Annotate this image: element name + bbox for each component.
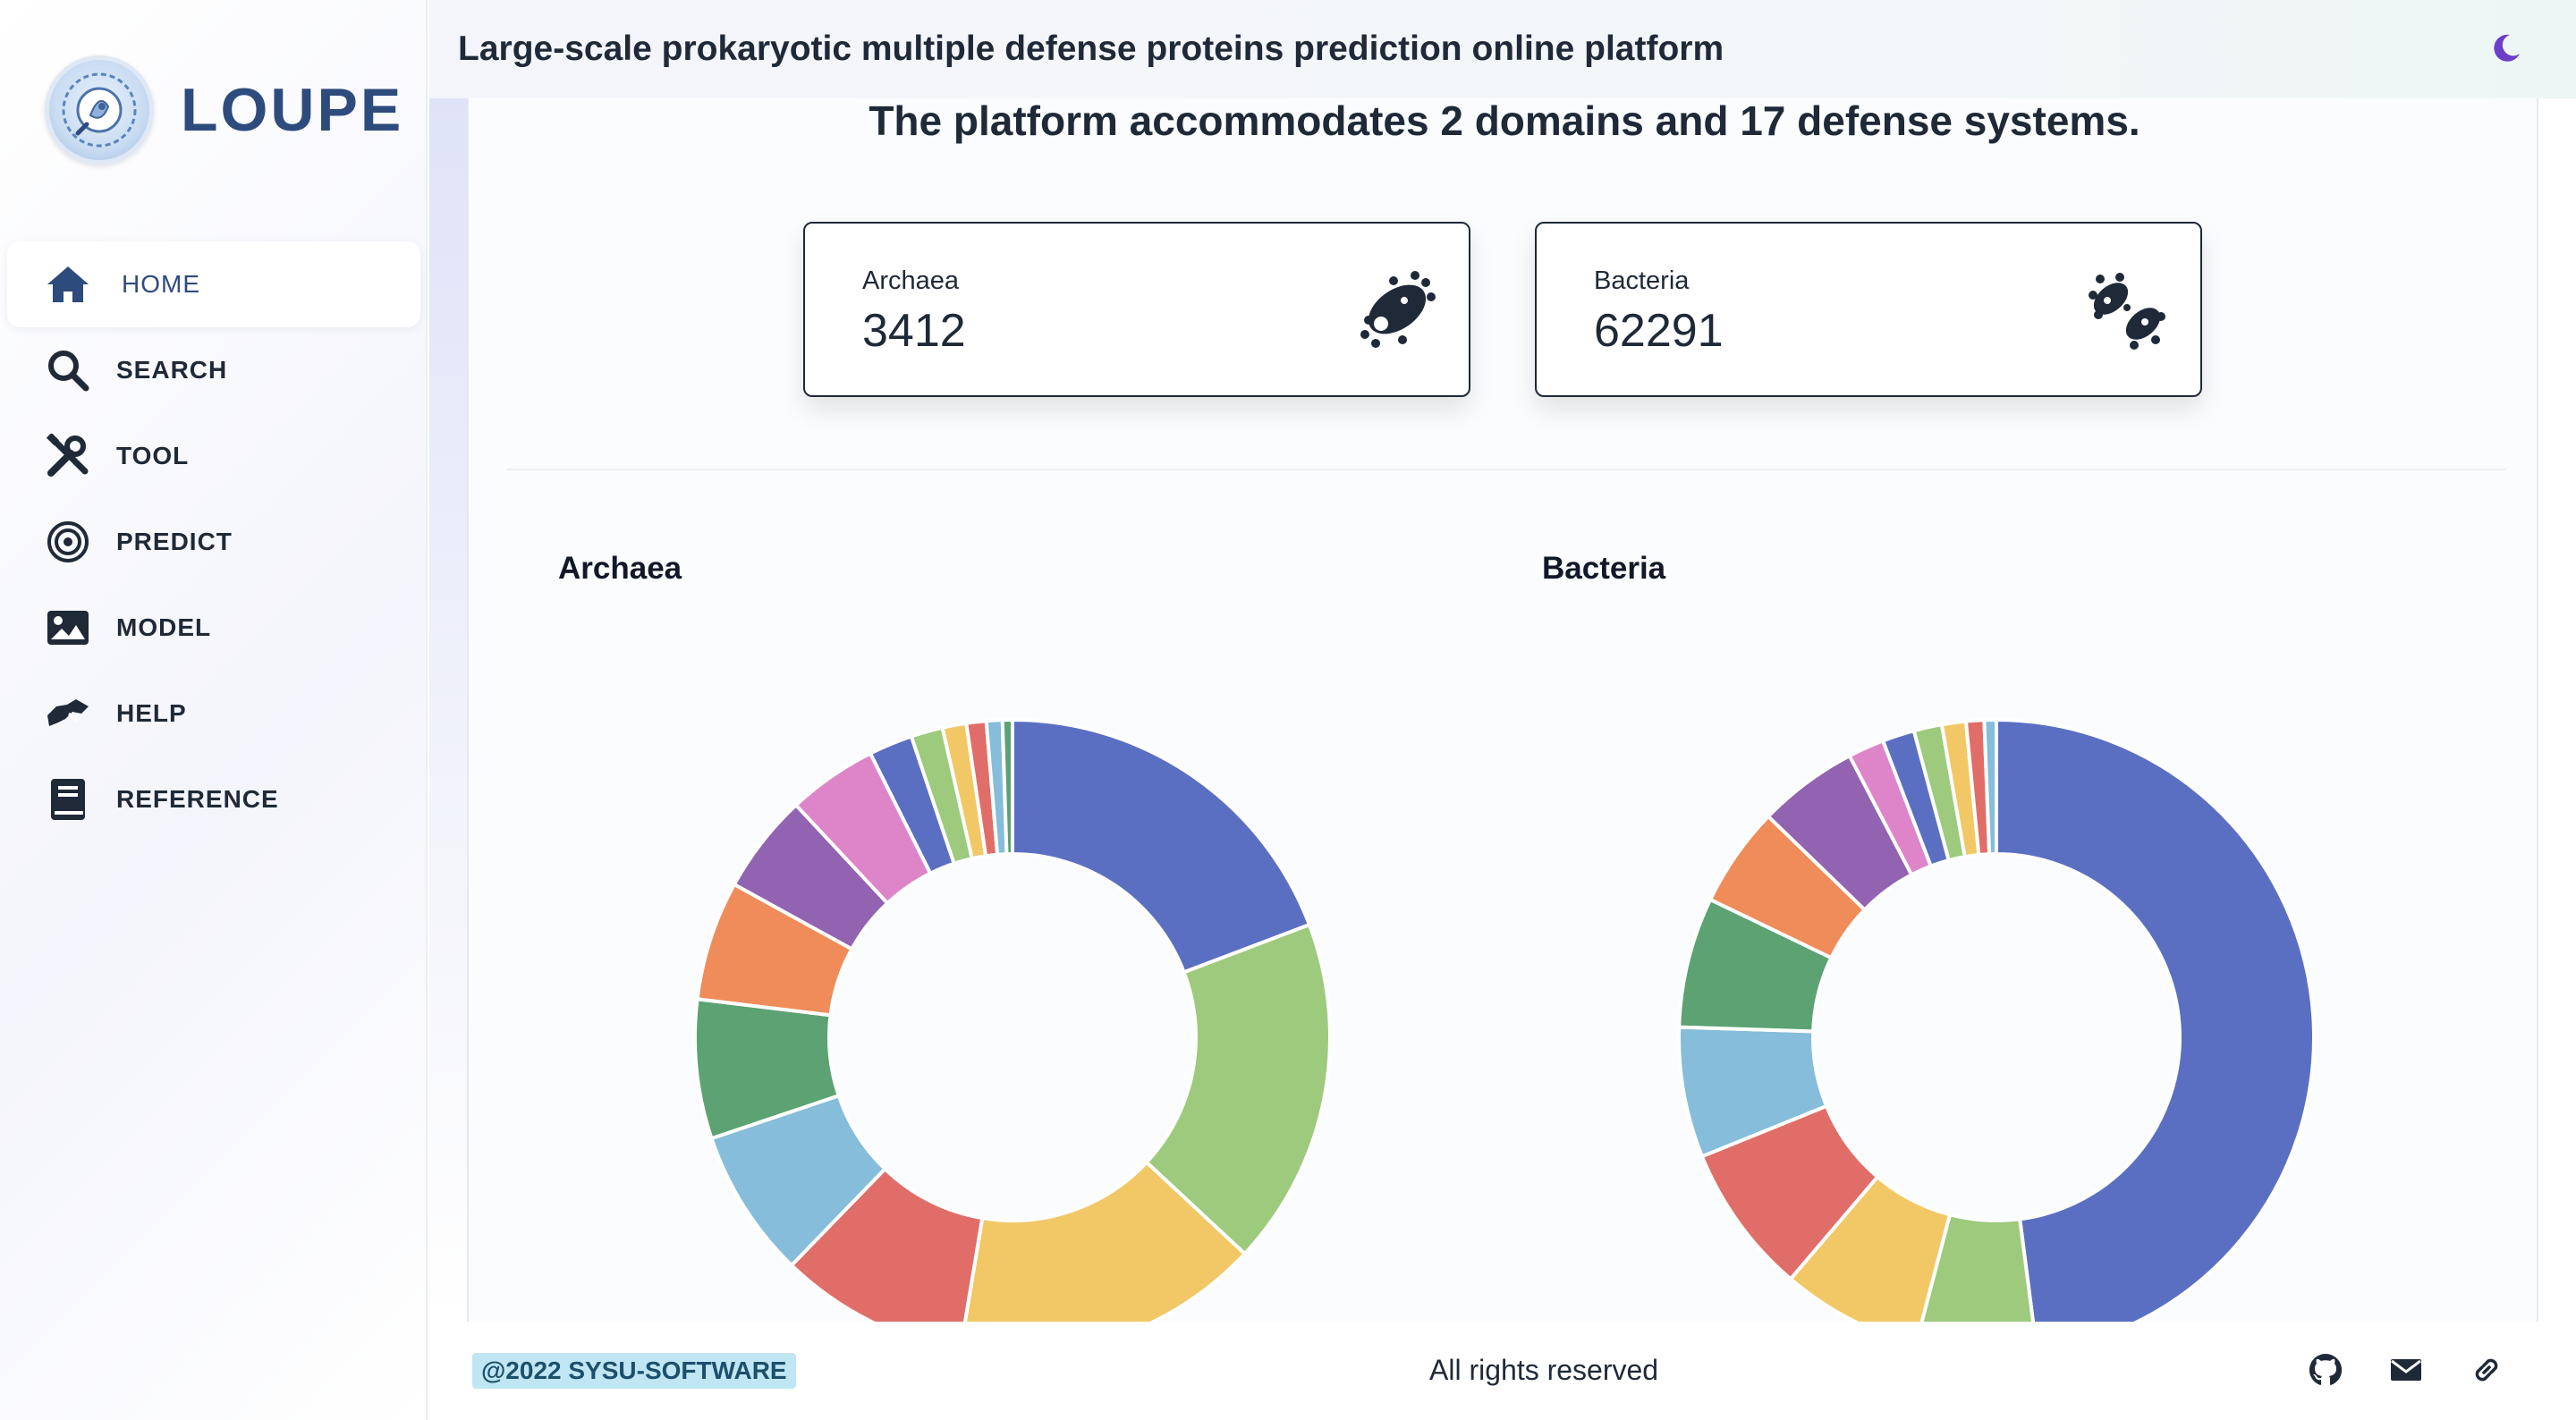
sidebar-item-help[interactable]: HELP (7, 671, 420, 756)
chart-title-archaea: Archaea (558, 551, 682, 586)
book-icon (43, 774, 93, 824)
stat-value: 62291 (1594, 305, 1724, 357)
stat-value: 3412 (862, 305, 966, 357)
stat-card-archaea: Archaea 3412 (803, 222, 1470, 397)
sidebar-item-label: REFERENCE (116, 785, 279, 813)
platform-headline: The platform accommodates 2 domains and … (869, 98, 2140, 144)
sidebar-nav: HOME SEARCH TOOL PREDICT MODEL HELP REFE… (7, 241, 420, 842)
sidebar-item-label: HOME (122, 270, 200, 298)
stat-label: Archaea (862, 266, 960, 295)
chart-title-bacteria: Bacteria (1542, 551, 1666, 586)
target-icon (43, 517, 93, 567)
search-icon (43, 345, 93, 395)
home-icon (43, 259, 93, 309)
main-content: The platform accommodates 2 domains and … (467, 98, 2538, 1322)
archaea-microbe-icon (1360, 271, 1436, 348)
sidebar-item-label: TOOL (116, 442, 190, 469)
link-icon[interactable] (2469, 1352, 2504, 1388)
stat-card-bacteria: Bacteria 62291 (1535, 222, 2202, 397)
content-left-gutter (429, 98, 467, 1322)
section-divider (506, 469, 2506, 470)
sidebar-item-reference[interactable]: REFERENCE (7, 756, 420, 842)
bacteria-microbe-icon (2089, 273, 2165, 350)
copyright-badge: @2022 SYSU-SOFTWARE (472, 1353, 796, 1389)
moon-icon[interactable] (2490, 32, 2522, 64)
sidebar-item-model[interactable]: MODEL (7, 585, 420, 671)
github-icon[interactable] (2308, 1352, 2343, 1388)
handshake-icon (43, 689, 93, 739)
sidebar-item-predict[interactable]: PREDICT (7, 499, 420, 585)
image-icon (43, 603, 93, 653)
logo[interactable]: LOUPE (45, 55, 403, 165)
rights-text: All rights reserved (1429, 1354, 1659, 1386)
sidebar-item-label: SEARCH (116, 356, 228, 384)
footer: @2022 SYSU-SOFTWARE All rights reserved (429, 1322, 2576, 1420)
sidebar-item-search[interactable]: SEARCH (7, 327, 420, 413)
mail-icon[interactable] (2388, 1352, 2424, 1388)
sidebar-item-label: HELP (116, 699, 187, 727)
donut-slice[interactable] (1011, 718, 1311, 975)
top-header: Large-scale prokaryotic multiple defense… (429, 0, 2576, 98)
sidebar-item-label: MODEL (116, 613, 212, 641)
donut-slice[interactable] (1995, 718, 2316, 1322)
sidebar-item-tool[interactable]: TOOL (7, 413, 420, 499)
tools-icon (43, 431, 93, 481)
archaea-donut-chart (693, 718, 1332, 1322)
page-title: Large-scale prokaryotic multiple defense… (458, 30, 1724, 68)
sidebar-item-home[interactable]: HOME (7, 241, 420, 327)
bacteria-donut-chart (1677, 718, 2316, 1322)
stat-label: Bacteria (1594, 266, 1690, 295)
logo-emblem-icon (45, 55, 154, 165)
sidebar-item-label: PREDICT (116, 528, 233, 555)
brand-name: LOUPE (181, 76, 404, 144)
sidebar: LOUPE HOME SEARCH TOOL PREDICT MODEL HEL… (0, 0, 428, 1420)
